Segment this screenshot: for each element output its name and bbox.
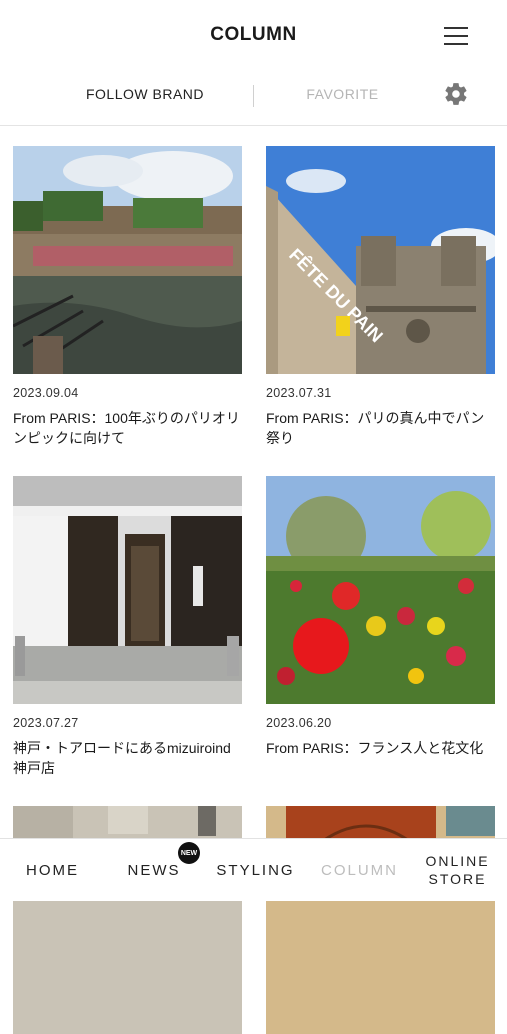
article-card[interactable]: 2023.06.20 From PARIS：フランス人と花文化 bbox=[266, 476, 495, 756]
header: COLUMN bbox=[0, 0, 507, 70]
tab-divider bbox=[253, 85, 254, 107]
tab-favorite[interactable]: FAVORITE bbox=[270, 86, 415, 102]
article-thumbnail[interactable] bbox=[13, 146, 242, 374]
article-title[interactable]: From PARIS：100年ぶりのパリオリンピックに向けて bbox=[13, 408, 245, 448]
tab-home[interactable]: HOME bbox=[10, 839, 95, 901]
article-date: 2023.07.27 bbox=[13, 716, 79, 730]
article-thumbnail[interactable]: FÊTE DU PAIN bbox=[266, 146, 495, 374]
tab-follow-brand[interactable]: FOLLOW BRAND bbox=[60, 86, 230, 102]
article-thumbnail[interactable] bbox=[13, 476, 242, 704]
tab-online-store-line2: STORE bbox=[428, 871, 487, 887]
page-title: COLUMN bbox=[210, 24, 297, 45]
new-badge: NEW bbox=[178, 842, 200, 864]
article-thumbnail[interactable] bbox=[266, 476, 495, 704]
tab-online-store[interactable]: ONLINE STORE bbox=[415, 839, 500, 901]
article-title[interactable]: From PARIS：パリの真ん中でパン祭り bbox=[266, 408, 498, 448]
article-card[interactable]: 2023.09.04 From PARIS：100年ぶりのパリオリンピックに向け… bbox=[13, 146, 242, 446]
article-title[interactable]: 神戸・トアロードにあるmizuiroind 神戸店 bbox=[13, 738, 245, 778]
article-date: 2023.09.04 bbox=[13, 386, 79, 400]
subtab-bar: FOLLOW BRAND FAVORITE bbox=[0, 70, 507, 126]
article-card[interactable]: FÊTE DU PAIN 2023.07.31 From PARIS：パリの真ん… bbox=[266, 146, 495, 446]
gear-icon[interactable] bbox=[443, 81, 469, 107]
tab-styling[interactable]: STYLING bbox=[208, 839, 303, 901]
tab-column[interactable]: COLUMN bbox=[312, 839, 407, 901]
bottom-tab-bar: HOME NEWS NEW STYLING COLUMN ONLINE STOR… bbox=[0, 838, 507, 901]
hamburger-menu-icon[interactable] bbox=[444, 26, 468, 46]
article-title[interactable]: From PARIS：フランス人と花文化 bbox=[266, 738, 498, 758]
tab-online-store-line1: ONLINE bbox=[425, 853, 490, 869]
article-date: 2023.06.20 bbox=[266, 716, 332, 730]
article-date: 2023.07.31 bbox=[266, 386, 332, 400]
article-card[interactable]: 2023.07.27 神戸・トアロードにあるmizuiroind 神戸店 bbox=[13, 476, 242, 776]
